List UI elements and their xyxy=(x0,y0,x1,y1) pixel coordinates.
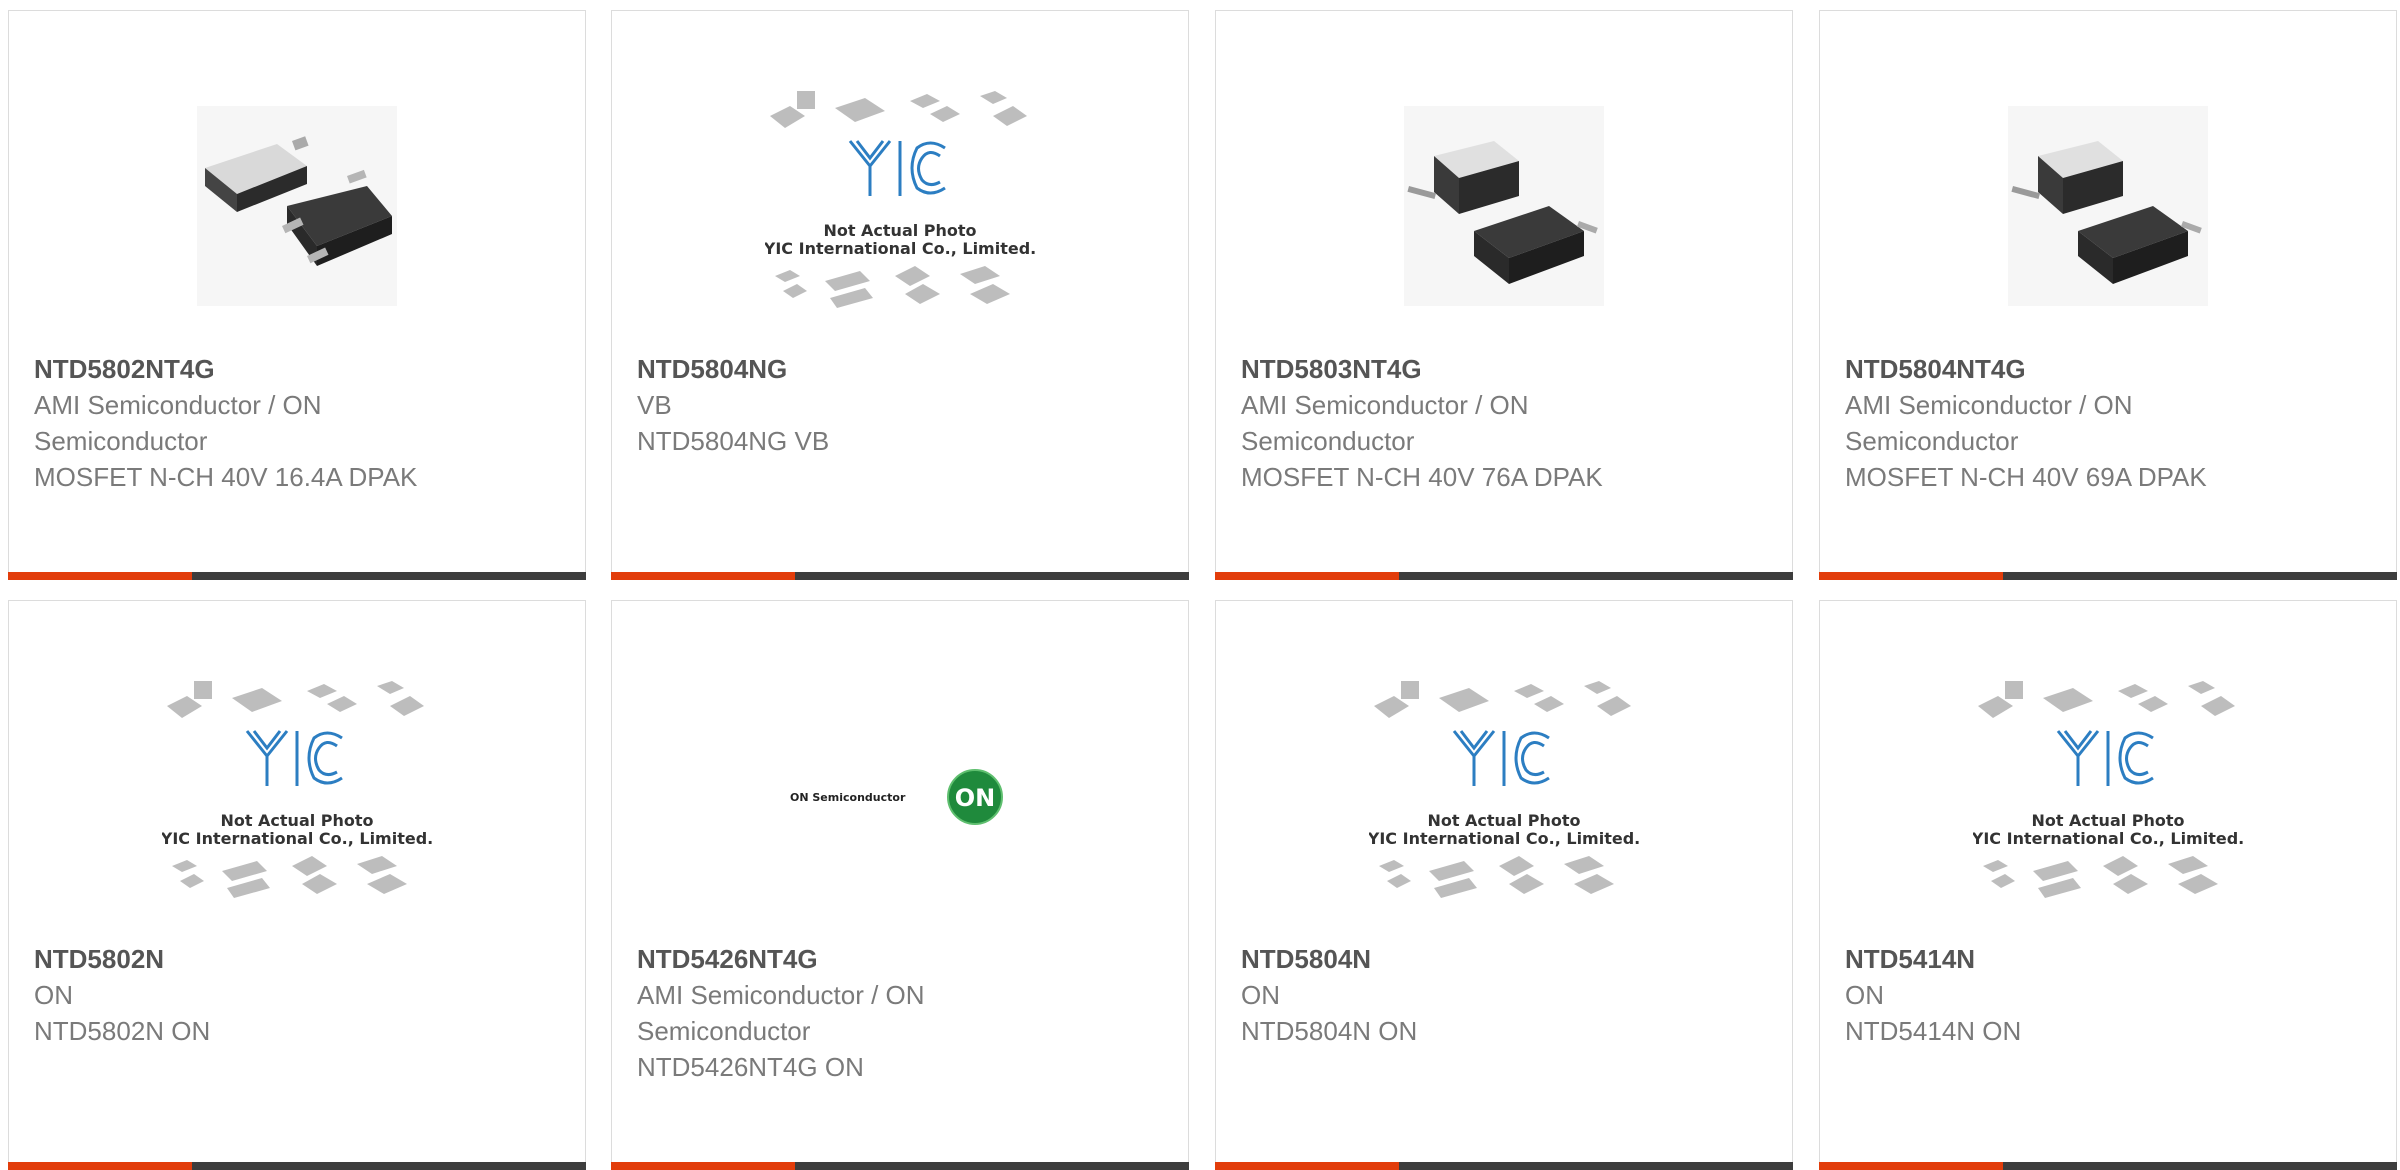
product-card[interactable]: NTD5803NT4G AMI Semiconductor / ON Semic… xyxy=(1215,10,1793,580)
card-accent xyxy=(611,1162,795,1170)
card-accent xyxy=(8,572,192,580)
manufacturer: VB xyxy=(637,390,672,420)
part-number[interactable]: NTD5802NT4G xyxy=(34,351,565,387)
yic-placeholder-icon: Not Actual Photo YIC International Co., … xyxy=(162,681,432,898)
product-grid: NTD5802NT4G AMI Semiconductor / ON Semic… xyxy=(0,0,2400,1170)
yic-placeholder-icon: . Not Actual Photo YIC International Co.… xyxy=(765,91,1035,308)
dpak-package-icon xyxy=(1404,106,1604,306)
manufacturer: ON xyxy=(1845,980,1884,1010)
card-bottom-bar xyxy=(1215,1162,1793,1170)
product-image[interactable]: ON Semiconductor ON xyxy=(612,681,1188,911)
product-image[interactable] xyxy=(9,91,585,321)
card-bottom-bar xyxy=(1819,572,2397,580)
placeholder-line2: YIC International Co., Limited. xyxy=(162,829,432,848)
part-number[interactable]: NTD5414N xyxy=(1845,941,2376,977)
product-card[interactable]: Not Actual Photo YIC International Co., … xyxy=(8,600,586,1170)
placeholder-line1: Not Actual Photo xyxy=(1427,811,1580,830)
card-bottom-bar xyxy=(8,572,586,580)
product-image[interactable]: Not Actual Photo YIC International Co., … xyxy=(9,681,585,911)
dpak-package-icon xyxy=(2008,106,2208,306)
yic-placeholder-icon: Not Actual Photo YIC International Co., … xyxy=(1369,681,1639,898)
product-image[interactable]: Not Actual Photo YIC International Co., … xyxy=(1216,681,1792,911)
on-semiconductor-logo-icon: ON Semiconductor ON xyxy=(790,769,1003,825)
card-accent xyxy=(1819,1162,2003,1170)
dpak-package-icon xyxy=(197,106,397,306)
card-bottom-bar xyxy=(611,572,1189,580)
card-accent xyxy=(8,1162,192,1170)
description: NTD5804N ON xyxy=(1241,1016,1418,1046)
description: MOSFET N-CH 40V 69A DPAK xyxy=(1845,462,2207,492)
part-number[interactable]: NTD5803NT4G xyxy=(1241,351,1772,387)
manufacturer: ON xyxy=(1241,980,1280,1010)
part-number[interactable]: NTD5426NT4G xyxy=(637,941,1168,977)
card-accent xyxy=(1819,572,2003,580)
part-number[interactable]: NTD5804NG xyxy=(637,351,1168,387)
card-bottom-bar xyxy=(611,1162,1189,1170)
card-bottom-bar xyxy=(8,1162,586,1170)
description: NTD5414N ON xyxy=(1845,1016,2022,1046)
product-image[interactable]: . Not Actual Photo YIC International Co.… xyxy=(612,91,1188,321)
card-bottom-bar xyxy=(1819,1162,2397,1170)
product-image[interactable] xyxy=(1820,91,2396,321)
manufacturer: AMI Semiconductor / ON Semiconductor xyxy=(637,980,925,1046)
product-card[interactable]: NTD5804NT4G AMI Semiconductor / ON Semic… xyxy=(1819,10,2397,580)
manufacturer: AMI Semiconductor / ON Semiconductor xyxy=(1845,390,2133,456)
part-number[interactable]: NTD5804N xyxy=(1241,941,1772,977)
yic-placeholder-icon: Not Actual Photo YIC International Co., … xyxy=(1973,681,2243,898)
description: MOSFET N-CH 40V 16.4A DPAK xyxy=(34,462,418,492)
description: MOSFET N-CH 40V 76A DPAK xyxy=(1241,462,1603,492)
product-card[interactable]: Not Actual Photo YIC International Co., … xyxy=(1819,600,2397,1170)
card-accent xyxy=(1215,572,1399,580)
product-card[interactable]: Not Actual Photo YIC International Co., … xyxy=(1215,600,1793,1170)
placeholder-line1: Not Actual Photo xyxy=(823,221,976,240)
manufacturer: AMI Semiconductor / ON Semiconductor xyxy=(1241,390,1529,456)
product-card[interactable]: . Not Actual Photo YIC International Co.… xyxy=(611,10,1189,580)
card-accent xyxy=(1215,1162,1399,1170)
placeholder-line2: YIC International Co., Limited. xyxy=(765,239,1035,258)
product-image[interactable] xyxy=(1216,91,1792,321)
part-number[interactable]: NTD5804NT4G xyxy=(1845,351,2376,387)
placeholder-line1: Not Actual Photo xyxy=(220,811,373,830)
logo-company-text: ON Semiconductor xyxy=(790,791,906,804)
product-card[interactable]: ON Semiconductor ON NTD5426NT4G AMI Semi… xyxy=(611,600,1189,1170)
logo-badge-text: ON xyxy=(955,784,996,812)
placeholder-line1: Not Actual Photo xyxy=(2031,811,2184,830)
description: NTD5804NG VB xyxy=(637,426,830,456)
description: NTD5802N ON xyxy=(34,1016,211,1046)
placeholder-line2: YIC International Co., Limited. xyxy=(1973,829,2243,848)
product-image[interactable]: Not Actual Photo YIC International Co., … xyxy=(1820,681,2396,911)
card-accent xyxy=(611,572,795,580)
manufacturer: ON xyxy=(34,980,73,1010)
description: NTD5426NT4G ON xyxy=(637,1052,864,1082)
manufacturer: AMI Semiconductor / ON Semiconductor xyxy=(34,390,322,456)
card-bottom-bar xyxy=(1215,572,1793,580)
part-number[interactable]: NTD5802N xyxy=(34,941,565,977)
placeholder-line2: YIC International Co., Limited. xyxy=(1369,829,1639,848)
product-card[interactable]: NTD5802NT4G AMI Semiconductor / ON Semic… xyxy=(8,10,586,580)
